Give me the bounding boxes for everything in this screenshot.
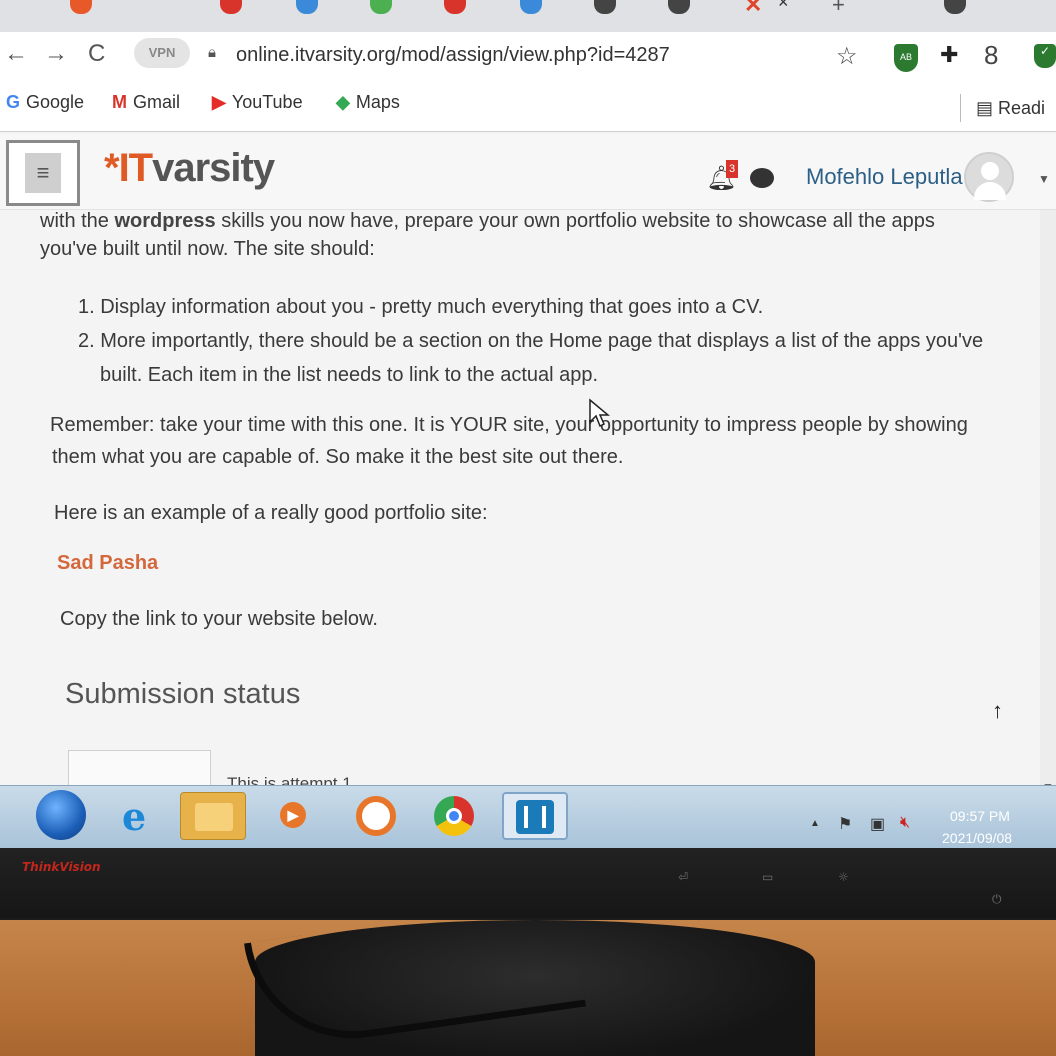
- shield-icon[interactable]: ✓: [1034, 44, 1056, 68]
- flag-icon[interactable]: ⚑: [838, 814, 852, 834]
- mouse-cursor-icon: [589, 398, 610, 428]
- volume-muted-icon[interactable]: 🔇︎: [900, 814, 910, 832]
- avatar-body: [974, 182, 1006, 200]
- intro-bold: wordpress: [114, 210, 216, 232]
- bookmark-maps[interactable]: ◆ Maps: [336, 92, 400, 113]
- media-player-button[interactable]: ▶: [260, 792, 326, 840]
- bookmark-gmail[interactable]: M Gmail: [112, 92, 180, 113]
- app-window-glyph: [524, 806, 546, 828]
- active-tab-favicon-icon[interactable]: ✕: [744, 0, 762, 18]
- intro-line-1: with the wordpress skills you now have, …: [40, 210, 935, 233]
- camera-icon[interactable]: ▭: [762, 870, 773, 884]
- extensions-icon[interactable]: ✚: [940, 42, 958, 68]
- bookmark-star-icon[interactable]: ☆: [836, 42, 858, 71]
- submission-heading: Submission status: [65, 678, 301, 710]
- address-bar[interactable]: online.itvarsity.org/mod/assign/view.php…: [236, 44, 670, 67]
- bookmark-youtube[interactable]: ▶ YouTube: [212, 92, 303, 113]
- google-icon: G: [6, 92, 21, 112]
- bookmark-label: Google: [26, 92, 85, 112]
- youtube-icon: ▶: [212, 92, 226, 112]
- brightness-icon[interactable]: ☼: [838, 870, 849, 884]
- chrome-button[interactable]: [422, 792, 488, 840]
- bookmark-google[interactable]: G Google: [6, 92, 84, 113]
- monitor-bezel: [0, 848, 1056, 918]
- avatar[interactable]: [964, 152, 1014, 202]
- monitor-brand: ThinkVision: [22, 860, 101, 874]
- file-explorer-button[interactable]: [180, 792, 246, 840]
- remember-line-2: them what you are capable of. So make it…: [52, 446, 624, 468]
- menu-button[interactable]: ≡: [6, 140, 80, 206]
- profile-icon[interactable]: 8: [984, 40, 998, 71]
- clock-date[interactable]: 2021/09/08: [942, 830, 1012, 846]
- bookmark-separator: [960, 94, 961, 122]
- new-tab-icon[interactable]: +: [832, 0, 845, 18]
- tab-icon[interactable]: [370, 0, 392, 14]
- close-tab-icon[interactable]: ×: [778, 0, 789, 13]
- bookmark-label: YouTube: [231, 92, 303, 112]
- bookmark-label: Maps: [355, 92, 400, 112]
- notification-badge: 3: [726, 160, 738, 178]
- example-text: Here is an example of a really good port…: [54, 502, 488, 524]
- scrollbar[interactable]: [1040, 210, 1056, 805]
- list-item-2: 2. More importantly, there should be a s…: [78, 330, 984, 352]
- chevron-down-icon[interactable]: ▼: [1038, 172, 1050, 186]
- remember-line-1: Remember: take your time with this one. …: [50, 414, 968, 436]
- gmail-icon: M: [112, 92, 127, 112]
- reload-icon[interactable]: C: [88, 40, 105, 68]
- list-item-2-continued: built. Each item in the list needs to li…: [100, 364, 599, 386]
- hamburger-icon: ≡: [25, 153, 61, 193]
- logo-suffix: varsity: [152, 146, 275, 190]
- tab-icon[interactable]: [220, 0, 242, 14]
- tab-icon[interactable]: [296, 0, 318, 14]
- chrome-center: [446, 808, 462, 824]
- copy-link-text: Copy the link to your website below.: [60, 608, 378, 630]
- intro-text: skills you now have, prepare your own po…: [215, 210, 935, 232]
- forward-icon[interactable]: →: [44, 40, 68, 68]
- tab-icon[interactable]: [944, 0, 966, 14]
- reading-list-icon: ▤: [976, 98, 999, 118]
- bookmark-label: Gmail: [133, 92, 181, 112]
- lock-icon[interactable]: 🔒︎: [208, 44, 216, 61]
- site-logo[interactable]: *ITvarsity: [104, 146, 275, 191]
- intro-text: with the: [40, 210, 115, 232]
- active-app-button[interactable]: [502, 792, 568, 840]
- avatar-head: [981, 162, 999, 180]
- app-icon: [356, 796, 396, 836]
- input-icon[interactable]: ⏎: [678, 870, 688, 884]
- tab-icon[interactable]: [520, 0, 542, 14]
- folder-icon: [195, 803, 233, 831]
- tab-icon[interactable]: [594, 0, 616, 14]
- example-link[interactable]: Sad Pasha: [57, 552, 158, 575]
- tab-strip: ✕ × +: [0, 0, 1056, 32]
- list-item-1: 1. Display information about you - prett…: [78, 296, 764, 318]
- attempt-cell: [68, 750, 211, 790]
- vpn-button[interactable]: VPN: [134, 38, 190, 68]
- arrow-up-icon[interactable]: ↑: [992, 698, 1003, 724]
- screen: ✕ × + ← → C VPN 🔒︎ online.itvarsity.org/…: [0, 0, 1056, 848]
- tab-icon[interactable]: [444, 0, 466, 14]
- reading-list-label: Readi: [998, 98, 1046, 118]
- ie-icon: e: [122, 794, 147, 839]
- play-icon: ▶: [280, 802, 306, 828]
- logo-prefix: *IT: [104, 146, 153, 190]
- network-icon[interactable]: ▣: [870, 814, 885, 834]
- power-icon[interactable]: ⏻: [992, 892, 1002, 907]
- adblock-icon[interactable]: AB: [894, 44, 918, 72]
- app-button[interactable]: [342, 792, 408, 840]
- user-name[interactable]: Mofehlo Leputla: [806, 164, 963, 190]
- tab-icon[interactable]: [70, 0, 92, 14]
- start-button[interactable]: [36, 790, 86, 840]
- tray-expand-icon[interactable]: ▲: [810, 818, 820, 829]
- maps-icon: ◆: [336, 92, 350, 112]
- intro-line-2: you've built until now. The site should:: [40, 238, 375, 260]
- chat-icon[interactable]: [750, 168, 774, 188]
- clock-time[interactable]: 09:57 PM: [950, 808, 1010, 824]
- reading-list-button[interactable]: ▤ Readi: [976, 98, 1045, 119]
- tab-icon[interactable]: [668, 0, 690, 14]
- internet-explorer-button[interactable]: e: [108, 792, 174, 840]
- back-icon[interactable]: ←: [4, 40, 28, 68]
